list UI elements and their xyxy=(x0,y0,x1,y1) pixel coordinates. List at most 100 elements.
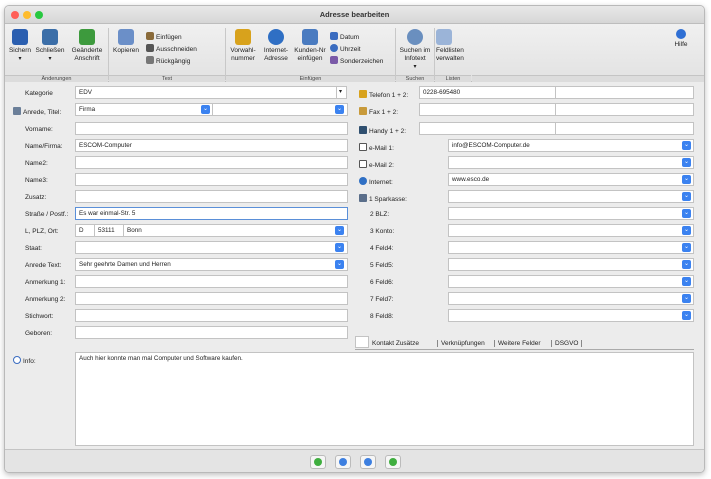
search-infotext-button[interactable]: Suchen im Infotext ▾ xyxy=(397,29,433,71)
salutation-dropdown-icon[interactable]: ⌄ xyxy=(201,105,210,114)
next-record-button[interactable] xyxy=(360,455,376,469)
fax1-field[interactable] xyxy=(419,103,556,116)
bank-label-text: 1 Sparkasse: xyxy=(369,196,407,203)
email2-label: e-Mail 2: xyxy=(359,160,394,169)
toolbar-separator xyxy=(434,28,435,80)
keyword-field[interactable] xyxy=(75,309,348,322)
blz-field[interactable] xyxy=(448,207,694,220)
phone2-field[interactable] xyxy=(555,86,694,99)
mobile2-field[interactable] xyxy=(555,122,694,135)
previous-record-button[interactable] xyxy=(335,455,351,469)
country-code-field[interactable]: D xyxy=(75,224,95,237)
group-label-empty xyxy=(472,75,704,82)
last-record-button[interactable] xyxy=(385,455,401,469)
salutation-text-dropdown-icon[interactable]: ⌄ xyxy=(335,260,344,269)
category-field[interactable]: EDV xyxy=(75,86,337,99)
next-record-icon xyxy=(364,458,372,466)
note1-field[interactable] xyxy=(75,275,348,288)
name-company-label: Name/Firma: xyxy=(25,143,63,150)
name-company-field[interactable]: ESCOM-Computer xyxy=(75,139,348,152)
internet-field[interactable]: www.esco.de xyxy=(448,173,694,186)
field7-field[interactable] xyxy=(448,292,694,305)
category-dropdown-button[interactable]: ▾ xyxy=(336,86,347,99)
copy-icon xyxy=(118,29,134,45)
mobile-label-text: Handy 1 + 2: xyxy=(369,128,407,135)
title-select[interactable] xyxy=(212,103,348,116)
title-dropdown-icon[interactable]: ⌄ xyxy=(335,105,344,114)
salutation-select[interactable]: Firma xyxy=(75,103,213,116)
mobile1-field[interactable] xyxy=(419,122,556,135)
city-dropdown-icon[interactable]: ⌄ xyxy=(335,226,344,235)
time-label: Uhrzeit xyxy=(340,46,361,53)
city-field[interactable]: Bonn xyxy=(123,224,348,237)
street-field[interactable]: Es war einmal-Str. 5 xyxy=(75,207,348,220)
tab-links[interactable]: Verknüpfungen xyxy=(437,340,485,347)
account-dropdown-icon[interactable]: ⌄ xyxy=(682,226,691,235)
time-button[interactable]: Uhrzeit xyxy=(330,44,361,53)
undo-button[interactable]: Rückgängig xyxy=(146,56,190,65)
salutation-text-label: Anrede Text: xyxy=(25,262,62,269)
help-button[interactable]: Hilfe xyxy=(669,29,693,49)
field6-field[interactable] xyxy=(448,275,694,288)
phone1-field[interactable]: 0228-695480 xyxy=(419,86,556,99)
special-characters-button[interactable]: Sonderzeichen xyxy=(330,56,383,65)
area-code-label-1: Vorwahl- xyxy=(230,47,256,54)
changed-address-button[interactable]: Geänderte Anschrift xyxy=(68,29,106,63)
toolbar-separator xyxy=(395,28,396,80)
help-icon xyxy=(676,29,686,39)
bank-dropdown-icon[interactable]: ⌄ xyxy=(682,192,691,201)
state-select[interactable] xyxy=(75,241,348,254)
state-dropdown-icon[interactable]: ⌄ xyxy=(335,243,344,252)
email2-field[interactable] xyxy=(448,156,694,169)
email1-field[interactable]: info@ESCOM-Computer.de xyxy=(448,139,694,152)
paste-button[interactable]: Einfügen xyxy=(146,32,182,41)
field7-label: 7 Feld7: xyxy=(370,296,394,303)
field4-dropdown-icon[interactable]: ⌄ xyxy=(682,243,691,252)
first-record-button[interactable] xyxy=(310,455,326,469)
bank-field[interactable] xyxy=(448,190,694,203)
name3-field[interactable] xyxy=(75,173,348,186)
tab-contact-extras[interactable]: Kontakt Zusätze xyxy=(372,340,419,347)
addition-field[interactable] xyxy=(75,190,348,203)
field8-field[interactable] xyxy=(448,309,694,322)
field7-dropdown-icon[interactable]: ⌄ xyxy=(682,294,691,303)
copy-button[interactable]: Kopieren xyxy=(110,29,142,55)
magnifier-icon xyxy=(407,29,423,45)
internet-dropdown-icon[interactable]: ⌄ xyxy=(682,175,691,184)
internet-address-label-2: Adresse xyxy=(264,55,288,62)
field8-dropdown-icon[interactable]: ⌄ xyxy=(682,311,691,320)
manage-field-lists-button[interactable]: Feldlisten verwalten xyxy=(436,29,470,63)
blz-dropdown-icon[interactable]: ⌄ xyxy=(682,209,691,218)
group-label-changes: Änderungen xyxy=(5,75,108,82)
field6-dropdown-icon[interactable]: ⌄ xyxy=(682,277,691,286)
zip-field[interactable]: 53111 xyxy=(94,224,124,237)
email1-dropdown-icon[interactable]: ⌄ xyxy=(682,141,691,150)
field5-dropdown-icon[interactable]: ⌄ xyxy=(682,260,691,269)
info-textarea[interactable]: Auch hier konnte man mal Computer und So… xyxy=(75,352,694,446)
note2-label: Anmerkung 2: xyxy=(25,296,66,303)
internet-address-button[interactable]: Internet- Adresse xyxy=(260,29,292,63)
salutation-text-select[interactable]: Sehr geehrte Damen und Herren xyxy=(75,258,348,271)
first-name-field[interactable] xyxy=(75,122,348,135)
toolbar-separator xyxy=(108,28,109,80)
field4-field[interactable] xyxy=(448,241,694,254)
insert-customer-number-button[interactable]: Kunden-Nr einfügen xyxy=(293,29,327,63)
account-field[interactable] xyxy=(448,224,694,237)
field5-field[interactable] xyxy=(448,258,694,271)
birthdate-field[interactable] xyxy=(75,326,348,339)
save-button[interactable]: Sichern ▾ xyxy=(7,29,33,63)
name2-field[interactable] xyxy=(75,156,348,169)
cut-button[interactable]: Ausschneiden xyxy=(146,44,197,53)
field4-label: 4 Feld4: xyxy=(370,245,394,252)
date-button[interactable]: Datum xyxy=(330,32,359,41)
internet-label: Internet: xyxy=(359,177,393,186)
name3-label: Name3: xyxy=(25,177,48,184)
tab-checkbox[interactable] xyxy=(355,336,369,348)
tab-gdpr[interactable]: DSGVO xyxy=(551,340,583,347)
fax2-field[interactable] xyxy=(555,103,694,116)
tab-more-fields[interactable]: Weitere Felder xyxy=(494,340,541,347)
email2-dropdown-icon[interactable]: ⌄ xyxy=(682,158,691,167)
close-button[interactable]: Schließen ▾ xyxy=(35,29,65,63)
note2-field[interactable] xyxy=(75,292,348,305)
area-code-button[interactable]: Vorwahl- nummer xyxy=(227,29,259,63)
